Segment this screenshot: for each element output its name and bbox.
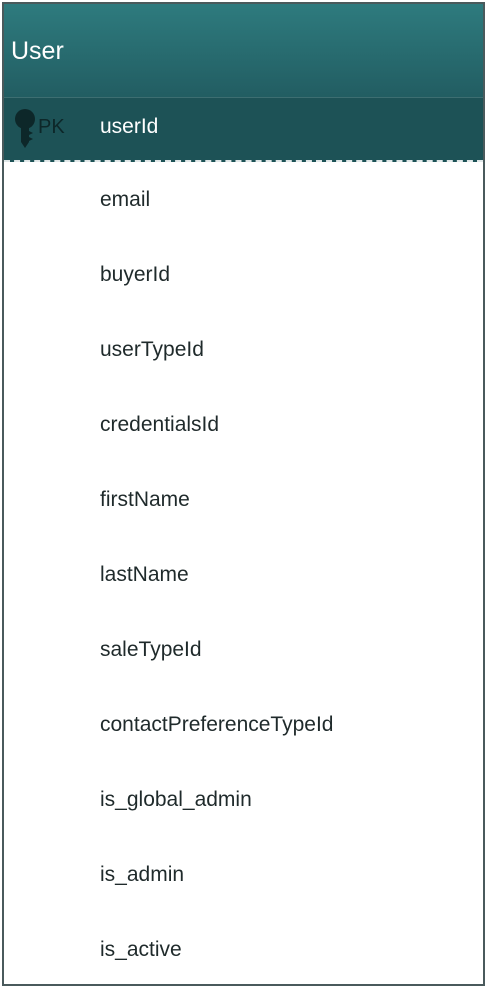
field-is-global-admin[interactable]: is_global_admin <box>4 762 483 837</box>
field-credentials-id[interactable]: credentialsId <box>4 387 483 462</box>
key-icon <box>15 109 35 148</box>
field-first-name[interactable]: firstName <box>4 462 483 537</box>
field-contact-preference-type-id[interactable]: contactPreferenceTypeId <box>4 687 483 762</box>
field-sale-type-id[interactable]: saleTypeId <box>4 612 483 687</box>
primary-key-row[interactable]: PK userId <box>4 98 483 162</box>
field-user-type-id[interactable]: userTypeId <box>4 312 483 387</box>
field-is-active[interactable]: is_active <box>4 912 483 984</box>
pk-field-name: userId <box>100 115 159 138</box>
field-is-admin[interactable]: is_admin <box>4 837 483 912</box>
field-buyer-id[interactable]: buyerId <box>4 237 483 312</box>
field-email[interactable]: email <box>4 162 483 237</box>
entity-title: User <box>4 4 483 98</box>
field-list: email buyerId userTypeId credentialsId f… <box>4 162 483 984</box>
pk-label: PK <box>38 116 65 138</box>
field-last-name[interactable]: lastName <box>4 537 483 612</box>
entity-user: User PK userId email buyerId userTypeId … <box>2 2 485 986</box>
